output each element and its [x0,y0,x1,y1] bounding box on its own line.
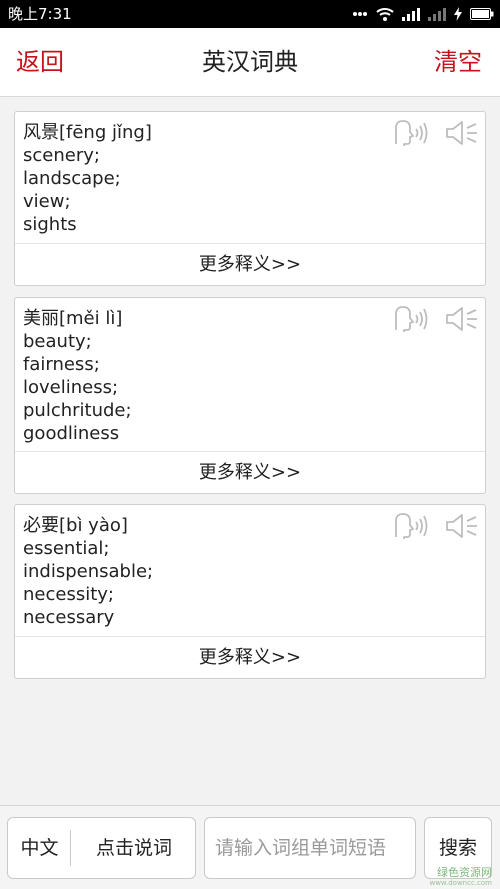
search-input[interactable] [204,817,416,879]
clear-button[interactable]: 清空 [434,46,482,78]
language-voice-group: 中文 点击说词 [7,817,196,879]
more-definitions-link[interactable]: 更多释义>> [15,636,485,678]
app-header: 返回 英汉词典 清空 [0,28,500,97]
speaker-icon[interactable] [445,118,479,148]
signal-icon [402,7,420,21]
more-definitions-link[interactable]: 更多释义>> [15,451,485,493]
definition-line: sights [23,214,77,235]
definition-line: fairness; [23,354,100,375]
search-button[interactable]: 搜索 [424,817,492,879]
definition-line: indispensable; [23,561,154,582]
definition-line: loveliness; [23,377,119,398]
divider [70,830,71,866]
read-aloud-icon[interactable] [392,304,428,334]
definition-line: necessity; [23,584,114,605]
battery-icon [470,8,494,20]
definition-line: goodliness [23,423,120,444]
watermark-url: www.downcc.com [429,879,492,887]
status-icons [352,5,494,23]
read-aloud-icon[interactable] [392,118,428,148]
charging-icon [454,7,462,21]
more-definitions-link[interactable]: 更多释义>> [15,243,485,285]
read-aloud-icon[interactable] [392,511,428,541]
definition-line: pulchritude; [23,400,132,421]
bottom-input-bar: 中文 点击说词 搜索 绿色资源网 www.downcc.com [0,805,500,889]
page-title: 英汉词典 [202,48,298,76]
status-bar: 晚上7:31 [0,0,500,28]
speaker-icon[interactable] [445,304,479,334]
definition-line: landscape; [23,168,121,189]
wifi-icon [376,8,394,21]
speaker-icon[interactable] [445,511,479,541]
definition-line: view; [23,191,71,212]
voice-input-button[interactable]: 点击说词 [72,818,196,878]
entry-card: 必要[bì yào] essential; indispensable; nec… [14,504,486,679]
entry-card: 风景[fēng jǐng] scenery; landscape; view; … [14,111,486,286]
more-dots-icon [353,12,367,16]
definition-line: necessary [23,607,115,628]
language-toggle-button[interactable]: 中文 [8,818,71,878]
signal-empty-icon [428,7,446,21]
entry-card: 美丽[měi lì] beauty; fairness; loveliness;… [14,297,486,494]
status-time: 晚上7:31 [8,5,72,23]
